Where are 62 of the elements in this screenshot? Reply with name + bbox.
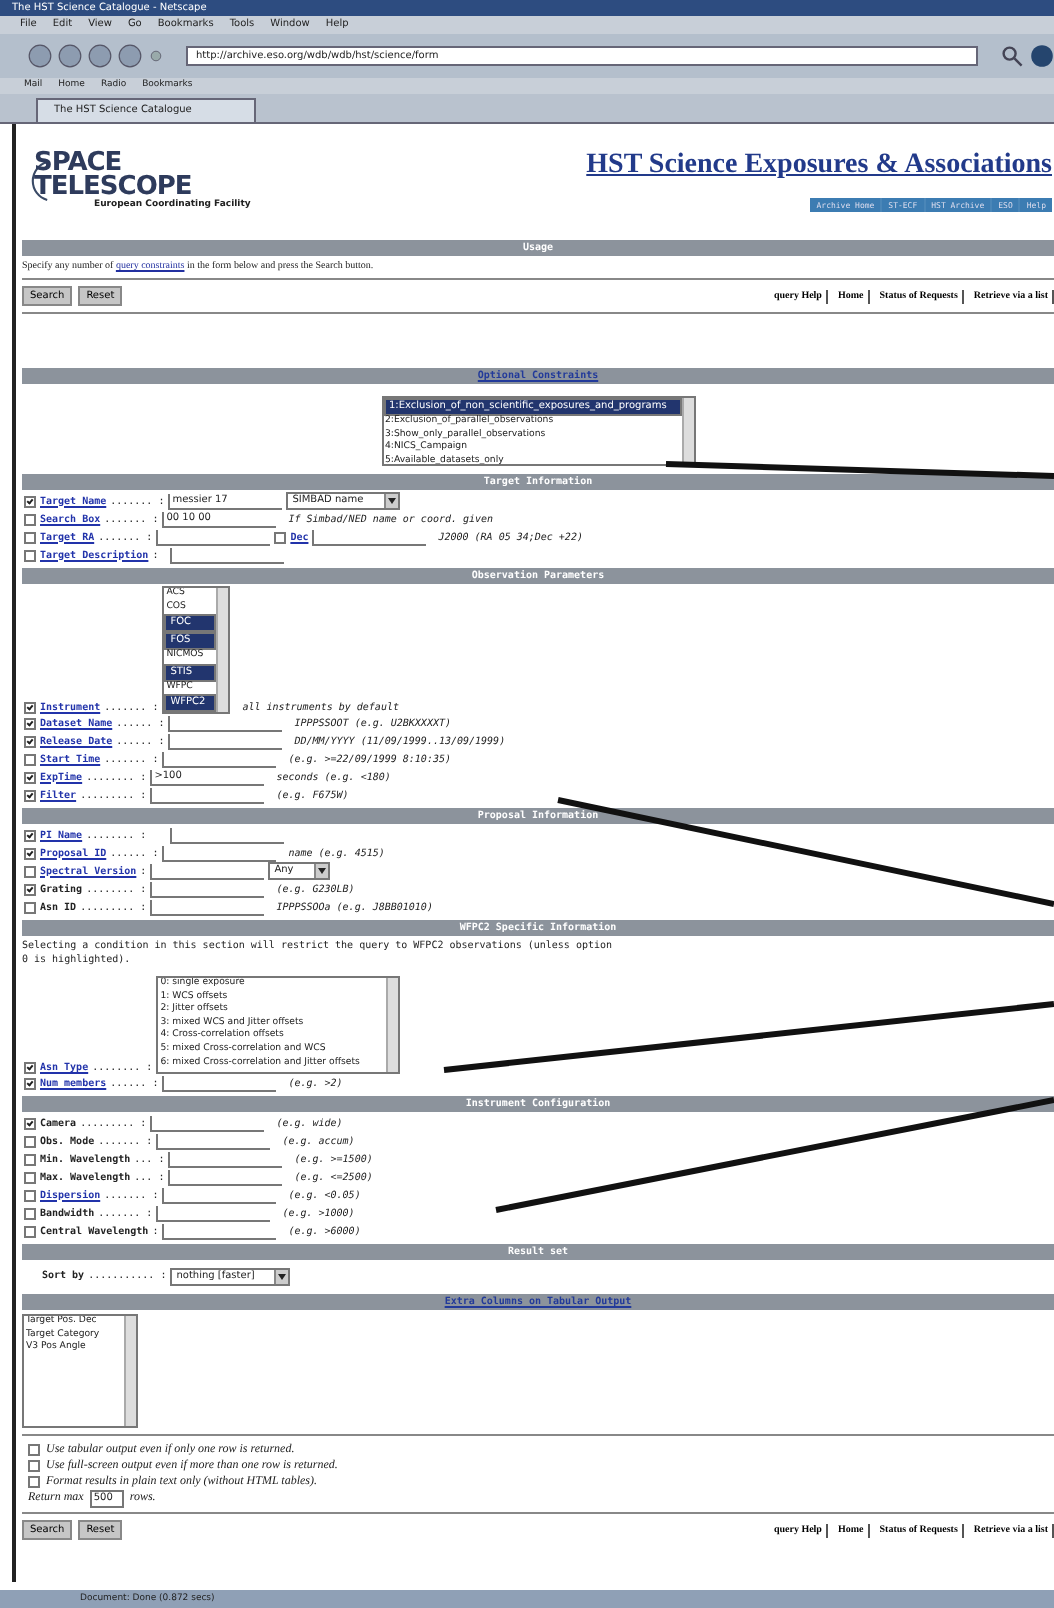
input-field[interactable] [162,1187,277,1203]
logo-text: TELESCOPE [34,175,192,199]
checkbox[interactable] [24,1207,36,1219]
scrollbar[interactable] [216,588,229,712]
input-field[interactable] [150,863,265,879]
checkbox[interactable] [24,883,36,895]
input-field[interactable] [156,529,271,545]
throbber-icon [1030,44,1054,68]
checkbox[interactable] [24,717,36,729]
logo-text: SPACE [34,151,122,175]
checkbox[interactable] [24,1077,36,1089]
checkbox[interactable] [24,847,36,859]
input-field[interactable] [162,1075,277,1091]
checkbox[interactable] [24,753,36,765]
checkbox[interactable] [24,531,36,543]
checkbox[interactable] [24,1062,36,1074]
input-field[interactable] [168,1151,283,1167]
checkbox[interactable] [24,1225,36,1237]
input-field[interactable] [168,733,283,749]
input-field[interactable] [168,715,283,731]
input-field[interactable] [170,547,284,563]
scrollbar[interactable] [124,1316,136,1426]
nav-button-icon[interactable] [28,44,52,68]
checkbox[interactable] [24,549,36,561]
checkbox[interactable] [24,865,36,877]
input-field[interactable] [162,845,277,861]
checkbox[interactable] [24,702,36,714]
input-field[interactable] [156,1205,271,1221]
checkbox[interactable] [24,789,36,801]
checkbox[interactable] [274,531,287,543]
checkbox[interactable] [24,1117,36,1129]
checkbox[interactable] [28,1476,40,1488]
reload-icon[interactable] [148,48,164,64]
page-title-link[interactable]: HST Science Exposures & Associations [586,149,1052,181]
checkbox[interactable] [24,829,36,841]
checkbox[interactable] [24,1171,36,1183]
checkbox[interactable] [24,901,36,913]
checkbox[interactable] [24,1135,36,1147]
checkbox[interactable] [24,771,36,783]
checkbox[interactable] [28,1460,40,1472]
scrollbar[interactable] [681,398,693,464]
nav-button-icon[interactable] [118,44,142,68]
input-field[interactable] [162,1223,277,1239]
input-field[interactable] [162,751,277,767]
search-icon[interactable] [1000,44,1024,68]
nav-button-icon[interactable] [58,44,82,68]
checkbox[interactable] [24,735,36,747]
input-field[interactable] [168,1169,283,1185]
input-field[interactable] [150,899,265,915]
input-field[interactable] [312,529,427,545]
checkbox[interactable] [28,1444,40,1456]
scrollbar[interactable] [386,978,399,1072]
input-field[interactable] [170,827,284,843]
input-field[interactable] [150,881,265,897]
checkbox[interactable] [24,513,36,525]
checkbox[interactable] [24,495,36,507]
input-field[interactable] [150,787,265,803]
input-field[interactable] [150,1115,265,1131]
checkbox[interactable] [24,1189,36,1201]
nav-button-icon[interactable] [88,44,112,68]
input-field[interactable] [156,1133,271,1149]
checkbox[interactable] [24,1153,36,1165]
